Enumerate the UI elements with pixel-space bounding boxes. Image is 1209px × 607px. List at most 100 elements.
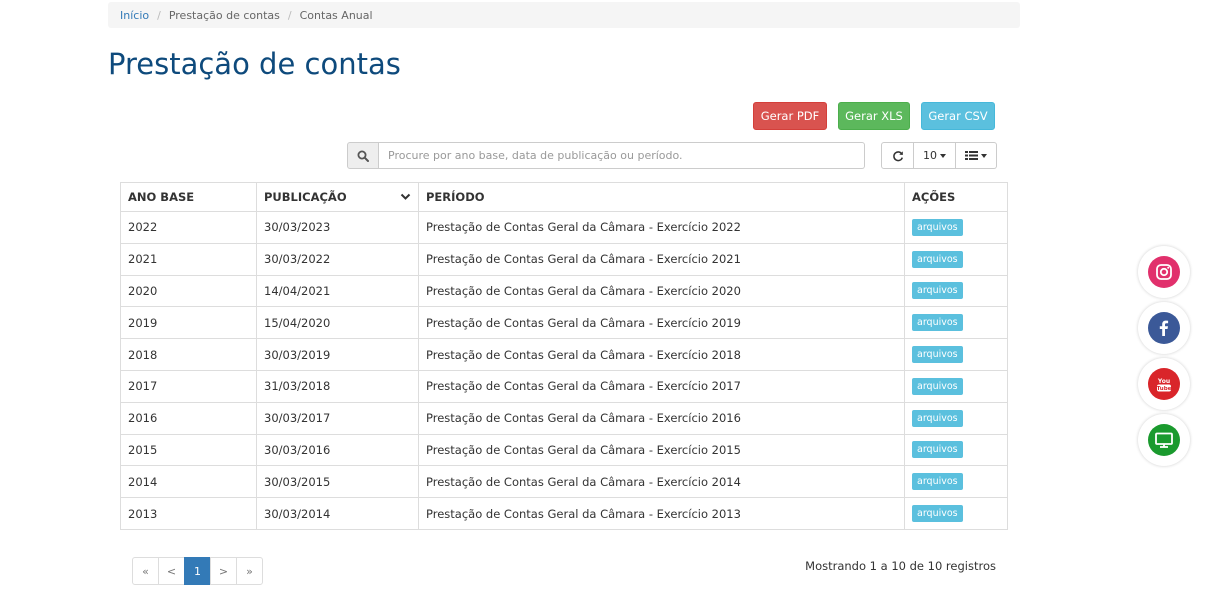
cell-period: Prestação de Contas Geral da Câmara - Ex…: [418, 497, 905, 530]
files-button[interactable]: arquivos: [912, 282, 963, 300]
cell-publication: 30/03/2022: [256, 242, 419, 276]
records-info: Mostrando 1 a 10 de 10 registros: [805, 559, 996, 573]
cell-publication: 14/04/2021: [256, 274, 419, 308]
generate-pdf-button[interactable]: Gerar PDF: [753, 102, 827, 130]
youtube-icon: You Tube: [1148, 368, 1180, 400]
caret-down-icon: [940, 153, 946, 158]
youtube-button[interactable]: You Tube: [1138, 358, 1190, 410]
instagram-button[interactable]: [1138, 246, 1190, 298]
cell-actions: arquivos: [904, 242, 1008, 276]
table-row: 2013 30/03/2014 Prestação de Contas Gera…: [120, 497, 1008, 530]
cell-year: 2019: [120, 306, 257, 340]
files-button[interactable]: arquivos: [912, 314, 963, 332]
files-button[interactable]: arquivos: [912, 218, 963, 236]
first-page-button[interactable]: «: [132, 557, 159, 585]
generate-csv-button[interactable]: Gerar CSV: [921, 102, 995, 130]
cell-year: 2017: [120, 369, 257, 403]
cell-actions: arquivos: [904, 306, 1008, 340]
accounts-table: ANO BASE PUBLICAÇÃO PERÍODO AÇÕES 2022 3…: [120, 182, 1008, 530]
column-header-publication[interactable]: PUBLICAÇÃO: [256, 182, 419, 212]
breadcrumb-home-link[interactable]: Início: [120, 9, 149, 22]
cell-period: Prestação de Contas Geral da Câmara - Ex…: [418, 338, 905, 371]
files-button[interactable]: arquivos: [912, 377, 963, 395]
page-title: Prestação de contas: [108, 47, 401, 81]
cell-actions: arquivos: [904, 338, 1008, 371]
search-icon: [347, 142, 379, 169]
svg-text:You: You: [1157, 378, 1170, 385]
cell-publication: 30/03/2023: [256, 211, 419, 244]
list-icon: [965, 151, 978, 160]
previous-page-button[interactable]: <: [158, 557, 185, 585]
cell-period: Prestação de Contas Geral da Câmara - Ex…: [418, 369, 905, 403]
table-row: 2016 30/03/2017 Prestação de Contas Gera…: [120, 401, 1008, 435]
table-row: 2019 15/04/2020 Prestação de Contas Gera…: [120, 306, 1008, 340]
cell-actions: arquivos: [904, 401, 1008, 435]
column-header-publication-label: PUBLICAÇÃO: [264, 190, 347, 204]
cell-period: Prestação de Contas Geral da Câmara - Ex…: [418, 211, 905, 244]
table-row: 2022 30/03/2023 Prestação de Contas Gera…: [120, 211, 1008, 244]
cell-actions: arquivos: [904, 497, 1008, 530]
cell-period: Prestação de Contas Geral da Câmara - Ex…: [418, 306, 905, 340]
cell-publication: 30/03/2017: [256, 401, 419, 435]
cell-year: 2018: [120, 338, 257, 371]
cell-actions: arquivos: [904, 369, 1008, 403]
cell-period: Prestação de Contas Geral da Câmara - Ex…: [418, 401, 905, 435]
table-row: 2018 30/03/2019 Prestação de Contas Gera…: [120, 338, 1008, 371]
table-row: 2021 30/03/2022 Prestação de Contas Gera…: [120, 242, 1008, 276]
cell-actions: arquivos: [904, 465, 1008, 499]
facebook-icon: [1148, 312, 1180, 344]
search-group: [347, 142, 865, 169]
pagination: « < 1 > »: [132, 557, 263, 585]
cell-period: Prestação de Contas Geral da Câmara - Ex…: [418, 465, 905, 499]
caret-down-icon: [981, 153, 987, 158]
cell-actions: arquivos: [904, 274, 1008, 308]
page-size-dropdown[interactable]: 10: [914, 142, 956, 169]
files-button[interactable]: arquivos: [912, 409, 963, 427]
column-header-year[interactable]: ANO BASE: [120, 182, 257, 212]
cell-actions: arquivos: [904, 433, 1008, 467]
files-button[interactable]: arquivos: [912, 441, 963, 459]
cell-year: 2015: [120, 433, 257, 467]
table-toolbar: 10: [881, 142, 997, 169]
breadcrumb: Início / Prestação de contas / Contas An…: [108, 2, 1020, 28]
page-size-value: 10: [923, 149, 937, 162]
generate-xls-button[interactable]: Gerar XLS: [838, 102, 910, 130]
tv-icon: [1148, 424, 1180, 456]
table-header-row: ANO BASE PUBLICAÇÃO PERÍODO AÇÕES: [120, 182, 1008, 212]
cell-year: 2013: [120, 497, 257, 530]
cell-year: 2020: [120, 274, 257, 308]
last-page-button[interactable]: »: [236, 557, 263, 585]
cell-period: Prestação de Contas Geral da Câmara - Ex…: [418, 242, 905, 276]
page-1-button[interactable]: 1: [184, 557, 211, 585]
cell-period: Prestação de Contas Geral da Câmara - Ex…: [418, 433, 905, 467]
refresh-icon: [892, 150, 903, 161]
cell-year: 2016: [120, 401, 257, 435]
cell-year: 2021: [120, 242, 257, 276]
files-button[interactable]: arquivos: [912, 505, 963, 523]
breadcrumb-separator: /: [287, 8, 292, 22]
refresh-button[interactable]: [881, 142, 914, 169]
table-row: 2014 30/03/2015 Prestação de Contas Gera…: [120, 465, 1008, 499]
table-row: 2017 31/03/2018 Prestação de Contas Gera…: [120, 369, 1008, 403]
cell-publication: 30/03/2019: [256, 338, 419, 371]
cell-publication: 31/03/2018: [256, 369, 419, 403]
breadcrumb-section: Prestação de contas: [168, 8, 280, 22]
cell-period: Prestação de Contas Geral da Câmara - Ex…: [418, 274, 905, 308]
cell-publication: 30/03/2016: [256, 433, 419, 467]
cell-actions: arquivos: [904, 211, 1008, 244]
facebook-button[interactable]: [1138, 302, 1190, 354]
search-input[interactable]: [379, 142, 865, 169]
cell-year: 2022: [120, 211, 257, 244]
breadcrumb-current: Contas Anual: [299, 8, 373, 22]
column-header-period[interactable]: PERÍODO: [418, 182, 905, 212]
files-button[interactable]: arquivos: [912, 473, 963, 491]
columns-dropdown[interactable]: [956, 142, 997, 169]
table-row: 2015 30/03/2016 Prestação de Contas Gera…: [120, 433, 1008, 467]
files-button[interactable]: arquivos: [912, 250, 963, 268]
table-row: 2020 14/04/2021 Prestação de Contas Gera…: [120, 274, 1008, 308]
breadcrumb-separator: /: [157, 8, 161, 22]
tv-button[interactable]: [1138, 414, 1190, 466]
files-button[interactable]: arquivos: [912, 346, 963, 364]
next-page-button[interactable]: >: [210, 557, 237, 585]
column-header-actions: AÇÕES: [904, 182, 1008, 212]
